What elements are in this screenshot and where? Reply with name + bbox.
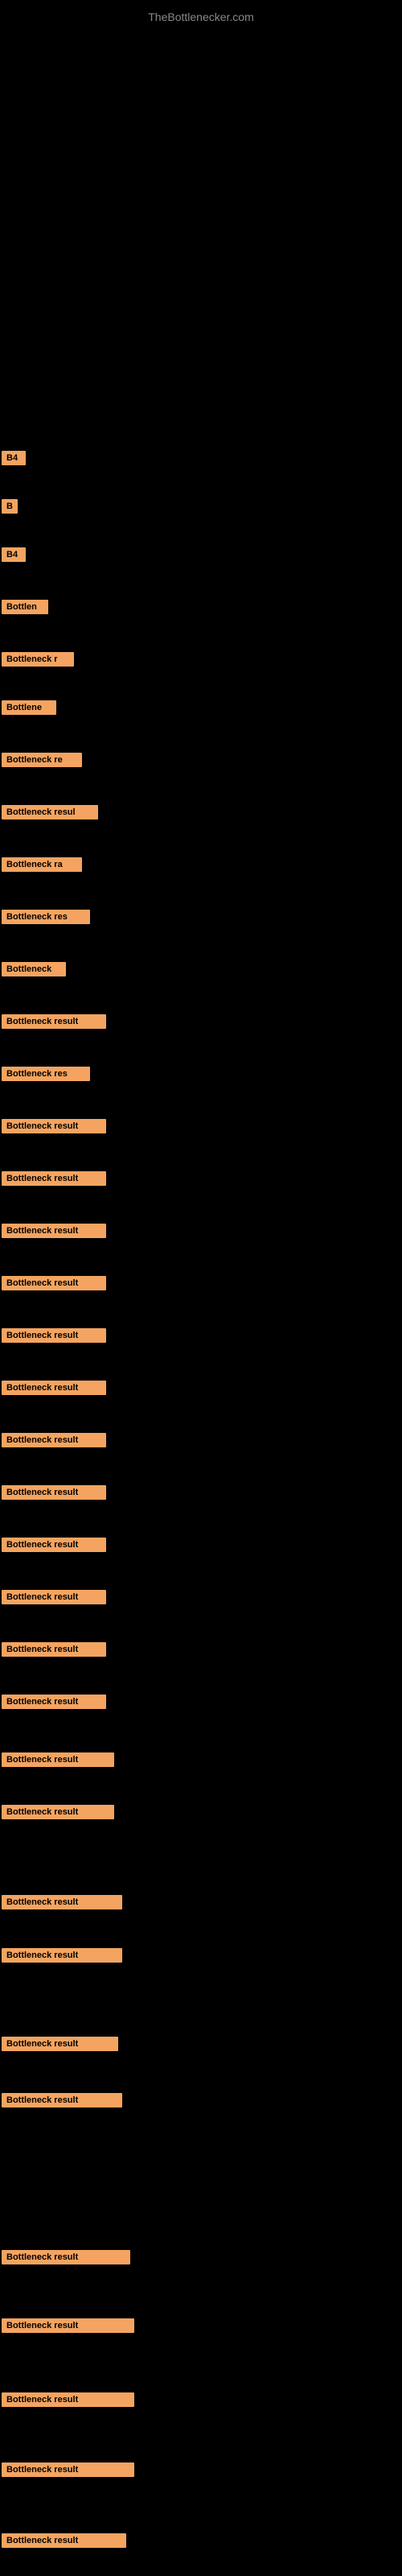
bottleneck-result-badge[interactable]: Bottleneck result <box>2 1433 106 1447</box>
bottleneck-result-badge[interactable]: Bottleneck r <box>2 652 74 667</box>
bottleneck-result-badge[interactable]: Bottleneck result <box>2 1485 106 1500</box>
bottleneck-result-badge[interactable]: Bottleneck re <box>2 753 82 767</box>
bottleneck-result-badge[interactable]: Bottleneck result <box>2 1805 114 1819</box>
site-title: TheBottlenecker.com <box>0 4 402 30</box>
bottleneck-result-badge[interactable]: Bottleneck result <box>2 1119 106 1133</box>
bottleneck-result-badge[interactable]: Bottleneck result <box>2 2392 134 2407</box>
bottleneck-result-badge[interactable]: Bottleneck result <box>2 1895 122 1909</box>
bottleneck-result-badge[interactable]: Bottleneck result <box>2 2318 134 2333</box>
bottleneck-result-badge[interactable]: B4 <box>2 547 26 562</box>
bottleneck-result-badge[interactable]: Bottleneck result <box>2 1171 106 1186</box>
bottleneck-result-badge[interactable]: Bottleneck result <box>2 1642 106 1657</box>
bottleneck-result-badge[interactable]: Bottleneck result <box>2 1014 106 1029</box>
bottleneck-result-badge[interactable]: Bottleneck result <box>2 1752 114 1767</box>
bottleneck-result-badge[interactable]: Bottleneck result <box>2 1276 106 1290</box>
bottleneck-result-badge[interactable]: Bottleneck result <box>2 1328 106 1343</box>
bottleneck-result-badge[interactable]: Bottleneck result <box>2 1948 122 1963</box>
bottleneck-result-badge[interactable]: Bottleneck result <box>2 2533 126 2548</box>
bottleneck-result-badge[interactable]: Bottleneck result <box>2 2250 130 2264</box>
bottleneck-result-badge[interactable]: Bottleneck res <box>2 910 90 924</box>
bottleneck-result-badge[interactable]: Bottleneck result <box>2 1381 106 1395</box>
bottleneck-result-badge[interactable]: Bottleneck result <box>2 1695 106 1709</box>
bottleneck-result-badge[interactable]: B <box>2 499 18 514</box>
bottleneck-result-badge[interactable]: Bottleneck result <box>2 1224 106 1238</box>
bottleneck-result-badge[interactable]: Bottleneck result <box>2 2462 134 2477</box>
bottleneck-result-badge[interactable]: Bottlene <box>2 700 56 715</box>
bottleneck-result-badge[interactable]: Bottleneck ra <box>2 857 82 872</box>
bottleneck-result-badge[interactable]: Bottleneck res <box>2 1067 90 1081</box>
bottleneck-result-badge[interactable]: Bottleneck resul <box>2 805 98 819</box>
bottleneck-result-badge[interactable]: Bottleneck result <box>2 2093 122 2107</box>
bottleneck-result-badge[interactable]: Bottleneck result <box>2 2037 118 2051</box>
bottleneck-result-badge[interactable]: Bottleneck result <box>2 1590 106 1604</box>
bottleneck-result-badge[interactable]: Bottleneck result <box>2 1538 106 1552</box>
bottleneck-result-badge[interactable]: Bottleneck <box>2 962 66 976</box>
bottleneck-result-badge[interactable]: Bottlen <box>2 600 48 614</box>
bottleneck-result-badge[interactable]: B4 <box>2 451 26 465</box>
